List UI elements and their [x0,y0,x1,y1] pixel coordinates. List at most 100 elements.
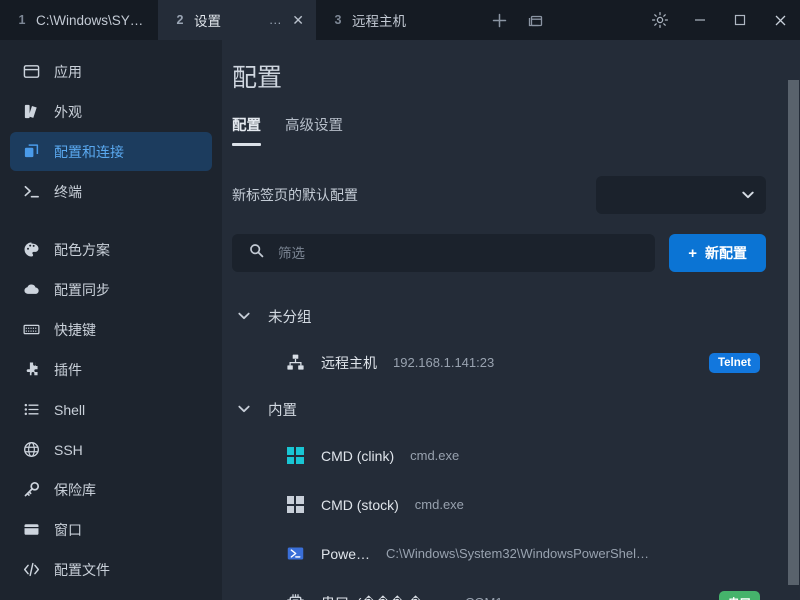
tab-close-icon[interactable]: ✕ [292,13,304,27]
window-controls [640,0,800,40]
list-shell-icon [22,400,41,419]
tab-menu-icon[interactable]: … [269,13,284,26]
list-item[interactable]: Powe… C:\Windows\System32\WindowsPowerSh… [232,529,766,578]
sidebar-item-appearance-label: 外观 [54,103,82,120]
plus-icon: + [688,244,697,262]
profiles-connections-icon [22,142,41,161]
puzzle-plugin-icon [22,360,41,379]
sidebar-item-plugins[interactable]: 插件 [10,350,212,389]
tab-advanced-settings-label: 高级设置 [285,118,343,134]
sidebar-item-config-file[interactable]: 配置文件 [10,550,212,589]
sidebar-item-app[interactable]: 应用 [10,52,212,91]
list-item-name: Powe… [321,545,371,562]
tab-profiles[interactable]: 配置 [232,114,261,146]
sidebar-item-shell-label: Shell [54,401,86,418]
profile-list: 未分组 远程主机 192.168.1.141:23 Telnet 内置 CMD … [232,294,766,600]
list-item[interactable]: CMD (clink) cmd.exe [232,431,766,480]
sidebar-item-window-label: 窗口 [54,521,82,538]
scrollbar-thumb[interactable] [788,80,799,585]
tab-2-actions: … ✕ [261,13,304,27]
list-item-name: 远程主机 [321,354,377,371]
split-panel-button[interactable] [520,5,550,35]
main-tabs: 配置 高级设置 [232,114,766,146]
search-icon [249,243,264,263]
list-item[interactable]: 串口: (���,�����) COM1 串口 [232,578,766,600]
chevron-down-icon [742,188,754,202]
default-profile-select[interactable] [596,176,766,214]
windows-logo-icon [285,446,305,466]
palette-icon [22,240,41,259]
group-header-ungrouped[interactable]: 未分组 [232,294,766,338]
list-item[interactable]: CMD (stock) cmd.exe [232,480,766,529]
tab-2[interactable]: 2 设置 … ✕ [158,0,316,40]
app-window: 1 C:\Windows\SY… 2 设置 … ✕ 3 远程主机 应用 外观 配… [0,0,800,600]
sidebar-item-window[interactable]: 窗口 [10,510,212,549]
settings-button[interactable] [640,0,680,40]
tab-1[interactable]: 1 C:\Windows\SY… [0,0,158,40]
minimize-button[interactable] [680,0,720,40]
new-tab-button[interactable] [484,5,514,35]
code-file-icon [22,560,41,579]
sidebar-item-profiles-connections[interactable]: 配置和连接 [10,132,212,171]
appearance-icon [22,102,41,121]
tab-advanced-settings[interactable]: 高级设置 [285,114,343,146]
key-vault-icon [22,480,41,499]
window-body: 应用 外观 配置和连接 终端 配色方案 配置同步 快捷键 插件 Shell SS… [0,40,800,600]
window-app-icon [22,62,41,81]
sidebar: 应用 外观 配置和连接 终端 配色方案 配置同步 快捷键 插件 Shell SS… [0,40,222,600]
tab-bar: 1 C:\Windows\SY… 2 设置 … ✕ 3 远程主机 [0,0,800,40]
list-item-name: CMD (stock) [321,496,399,513]
list-item-sub: COM1 [465,595,503,600]
new-profile-button-label: 新配置 [705,245,747,261]
sidebar-item-config-sync-label: 配置同步 [54,281,110,298]
globe-icon [22,440,41,459]
close-button[interactable] [760,0,800,40]
window-icon [22,520,41,539]
list-item-sub: C:\Windows\System32\WindowsPowerShel… [386,546,650,561]
sidebar-divider [10,212,212,229]
chevron-down-icon [238,309,250,323]
default-profile-label: 新标签页的默认配置 [232,187,358,203]
status-badge: 串口 [719,590,760,600]
sidebar-item-ssh[interactable]: SSH [10,430,212,469]
list-item-sub: 192.168.1.141:23 [393,355,495,370]
sidebar-item-terminal-label: 终端 [54,183,82,200]
sidebar-item-hotkeys[interactable]: 快捷键 [10,310,212,349]
chevron-down-icon [238,402,250,416]
filter-search-box[interactable] [232,234,656,272]
sidebar-item-vault[interactable]: 保险库 [10,470,212,509]
windows-logo-icon [285,495,305,515]
tab-2-number: 2 [176,13,184,27]
tab-2-label: 设置 [194,14,221,29]
new-profile-button[interactable]: + 新配置 [669,234,766,272]
group-header-ungrouped-label: 未分组 [268,309,312,326]
sidebar-item-color-scheme[interactable]: 配色方案 [10,230,212,269]
sidebar-item-shell[interactable]: Shell [10,390,212,429]
sidebar-item-app-label: 应用 [54,63,82,80]
page-title: 配置 [232,64,283,92]
powershell-icon [285,544,305,564]
cloud-sync-icon [22,280,41,299]
sidebar-item-color-scheme-label: 配色方案 [54,241,110,258]
status-badge: Telnet [708,352,760,373]
tab-1-label: C:\Windows\SY… [36,12,144,28]
list-item-sub: cmd.exe [410,448,460,463]
tab-bar-actions [474,0,556,40]
vertical-scrollbar[interactable] [787,80,800,600]
sidebar-item-hotkeys-label: 快捷键 [54,321,96,338]
list-item-sub: cmd.exe [414,497,464,512]
sidebar-item-terminal[interactable]: 终端 [10,172,212,211]
sidebar-item-config-sync[interactable]: 配置同步 [10,270,212,309]
terminal-prompt-icon [22,182,41,201]
sidebar-item-appearance[interactable]: 外观 [10,92,212,131]
tab-1-number: 1 [18,13,26,27]
sidebar-item-config-file-label: 配置文件 [54,561,110,578]
tab-3-number: 3 [334,13,342,27]
list-item[interactable]: 远程主机 192.168.1.141:23 Telnet [232,338,766,387]
main-panel: 配置 配置 高级设置 新标签页的默认配置 筛选 + 新配置 未分组 远程主机 1… [222,40,800,600]
tab-3[interactable]: 3 远程主机 [316,0,474,40]
search-input[interactable] [278,245,639,261]
group-header-builtin[interactable]: 内置 [232,387,766,431]
microchip-icon [285,593,305,600]
maximize-button[interactable] [720,0,760,40]
